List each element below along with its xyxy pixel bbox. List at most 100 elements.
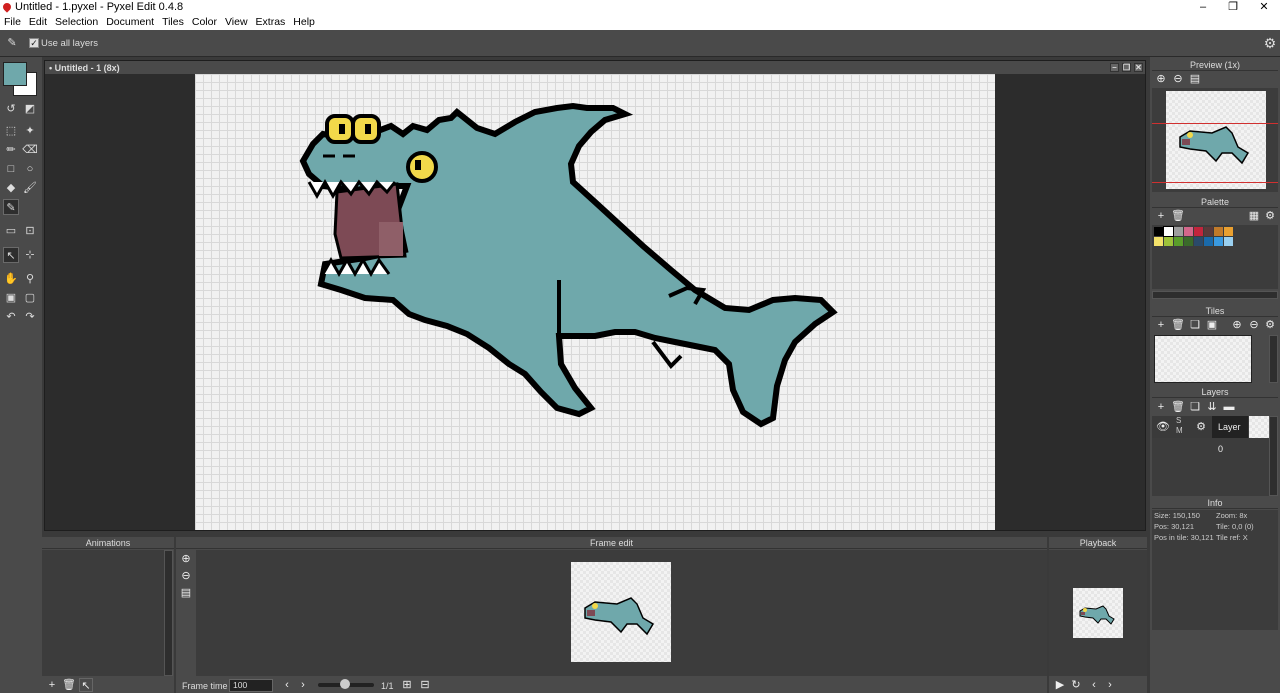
frame-zoom-out-icon[interactable]: ⊖ <box>179 569 193 583</box>
delete-layer-icon[interactable]: 🗑 <box>1171 400 1185 414</box>
menu-extras[interactable]: Extras <box>252 16 290 29</box>
tile-stamp-icon[interactable]: ▭ <box>3 223 19 239</box>
delete-tile-icon[interactable]: 🗑 <box>1171 318 1185 332</box>
ellipse-icon[interactable]: ○ <box>22 161 38 177</box>
delete-animation-icon[interactable]: 🗑 <box>62 678 76 692</box>
maximize-button[interactable]: ❐ <box>1218 0 1248 15</box>
merge-layer-icon[interactable]: ⇊ <box>1205 400 1219 414</box>
menu-help[interactable]: Help <box>289 16 319 29</box>
settings-gear-icon[interactable]: ⚙ <box>1262 35 1278 51</box>
animations-scrollbar[interactable] <box>164 550 173 676</box>
menu-color[interactable]: Color <box>188 16 221 29</box>
animation-select-icon[interactable]: ↖ <box>79 678 93 692</box>
palette-swatch[interactable] <box>1174 237 1183 246</box>
menu-tiles[interactable]: Tiles <box>158 16 188 29</box>
doc-restore-button[interactable]: ❐ <box>1122 63 1131 72</box>
palette-swatch[interactable] <box>1184 227 1193 236</box>
magic-wand-icon[interactable]: ✦ <box>22 123 38 139</box>
layers-scrollbar[interactable] <box>1269 416 1278 496</box>
add-layer-icon[interactable]: + <box>1154 400 1168 414</box>
animations-list[interactable] <box>42 550 164 676</box>
doc-close-button[interactable]: ✕ <box>1134 63 1143 72</box>
transform-icon[interactable]: ⊹ <box>22 247 38 263</box>
frame-time-input[interactable]: 100 <box>229 679 273 692</box>
frame-fit-icon[interactable]: ▤ <box>179 586 193 600</box>
move-icon[interactable]: ↖ <box>3 247 19 263</box>
color-picker-icon[interactable]: ✎ <box>3 199 19 215</box>
play-icon[interactable]: ▶ <box>1053 678 1067 692</box>
palette-swatch[interactable] <box>1204 237 1213 246</box>
playback-prev-icon[interactable]: ‹ <box>1087 678 1101 692</box>
select-rectangle-icon[interactable]: ⬚ <box>3 123 19 139</box>
palette-swatch[interactable] <box>1204 227 1213 236</box>
menu-view[interactable]: View <box>221 16 252 29</box>
loop-icon[interactable]: ↻ <box>1069 678 1083 692</box>
menu-file[interactable]: File <box>0 16 25 29</box>
layer-solo-toggle[interactable]: S <box>1176 416 1181 425</box>
menu-edit[interactable]: Edit <box>25 16 51 29</box>
layer-mute-toggle[interactable]: M <box>1176 426 1183 435</box>
frame-edit-area[interactable] <box>196 550 1047 676</box>
remove-frame-icon[interactable]: ⊟ <box>418 678 432 692</box>
visibility-eye-icon[interactable]: 👁 <box>1156 420 1170 434</box>
tile-select-icon[interactable]: ⊡ <box>22 223 38 239</box>
close-button[interactable]: ✕ <box>1249 0 1279 15</box>
zoom-in-icon[interactable]: ⊕ <box>1154 72 1168 86</box>
menu-document[interactable]: Document <box>102 16 158 29</box>
frame-icon[interactable]: ▣ <box>3 290 19 306</box>
use-all-layers-checkbox[interactable]: ✓ <box>29 38 39 48</box>
playback-next-icon[interactable]: › <box>1103 678 1117 692</box>
pencil-icon[interactable]: ✏ <box>3 142 19 158</box>
tile-color-icon[interactable]: ▣ <box>1205 318 1219 332</box>
primary-color-swatch[interactable] <box>3 62 27 86</box>
layer-settings-icon[interactable]: ⚙ <box>1194 420 1208 434</box>
document-tab-label[interactable]: • Untitled - 1 (8x) <box>49 63 120 73</box>
eraser-icon[interactable]: ⌫ <box>22 142 38 158</box>
preview-area[interactable] <box>1152 88 1278 192</box>
rectangle-icon[interactable]: □ <box>3 161 19 177</box>
frame-thumbnail[interactable] <box>571 562 671 662</box>
frame-zoom-in-icon[interactable]: ⊕ <box>179 552 193 566</box>
palette-options-icon[interactable]: ▦ <box>1247 209 1261 223</box>
palette-swatch[interactable] <box>1163 226 1174 237</box>
tiles-settings-icon[interactable]: ⚙ <box>1263 318 1277 332</box>
tiles-scrollbar[interactable] <box>1269 335 1278 383</box>
menu-selection[interactable]: Selection <box>51 16 102 29</box>
swap-colors-icon[interactable]: ↺ <box>3 101 19 117</box>
tiles-zoom-in-icon[interactable]: ⊕ <box>1230 318 1244 332</box>
frame-slider-thumb[interactable] <box>340 679 350 689</box>
tiles-zoom-out-icon[interactable]: ⊖ <box>1247 318 1261 332</box>
palette-swatch[interactable] <box>1214 237 1223 246</box>
next-frame-icon[interactable]: › <box>296 678 310 692</box>
redo-icon[interactable]: ↷ <box>22 309 38 325</box>
palette-swatch[interactable] <box>1154 237 1163 246</box>
duplicate-layer-icon[interactable]: ❏ <box>1188 400 1202 414</box>
hand-pan-icon[interactable]: ✋ <box>3 271 19 287</box>
palette-swatch[interactable] <box>1164 237 1173 246</box>
tiles-area[interactable] <box>1154 335 1252 383</box>
add-tile-icon[interactable]: + <box>1154 318 1168 332</box>
palette-swatch[interactable] <box>1184 237 1193 246</box>
layer-name[interactable]: Layer 0 <box>1212 416 1248 454</box>
undo-icon[interactable]: ↶ <box>3 309 19 325</box>
fill-bucket-icon[interactable]: ◆ <box>3 180 19 196</box>
palette-swatch[interactable] <box>1214 227 1223 236</box>
layer-row[interactable]: 👁 S M ⚙ Layer 0 <box>1152 416 1272 454</box>
palette-scrollbar[interactable] <box>1152 291 1278 299</box>
palette-swatch[interactable] <box>1194 227 1203 236</box>
reset-colors-icon[interactable]: ◩ <box>22 101 38 117</box>
pixel-canvas[interactable] <box>195 74 995 530</box>
frame-outline-icon[interactable]: ▢ <box>22 290 38 306</box>
minimize-button[interactable]: – <box>1188 0 1218 15</box>
palette-swatch[interactable] <box>1224 237 1233 246</box>
zoom-out-icon[interactable]: ⊖ <box>1171 72 1185 86</box>
insert-frame-icon[interactable]: ⊞ <box>400 678 414 692</box>
layer-folder-icon[interactable]: ▬ <box>1222 400 1236 414</box>
duplicate-tile-icon[interactable]: ❏ <box>1188 318 1202 332</box>
palette-swatch[interactable] <box>1194 237 1203 246</box>
brush-icon[interactable]: 🖌 <box>22 180 38 196</box>
palette-swatch[interactable] <box>1154 227 1163 236</box>
palette-settings-icon[interactable]: ⚙ <box>1263 209 1277 223</box>
zoom-icon[interactable]: ⚲ <box>22 271 38 287</box>
palette-swatch[interactable] <box>1174 227 1183 236</box>
